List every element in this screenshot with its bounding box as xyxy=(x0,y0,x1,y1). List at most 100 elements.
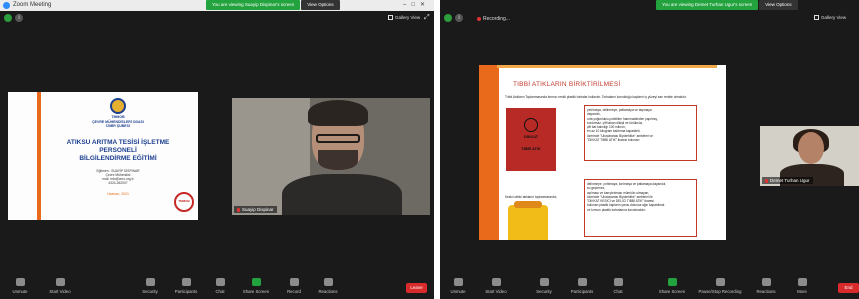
toolbar-label: Start Video xyxy=(49,289,71,294)
meeting-info-icon[interactable]: i xyxy=(15,14,23,22)
meeting-info-icon[interactable]: i xyxy=(455,14,463,22)
toolbar-label: Participants xyxy=(570,289,594,294)
share-screen-button[interactable]: Share Screen xyxy=(654,278,690,294)
participants-button[interactable]: Participants xyxy=(564,278,600,294)
unmute-button[interactable]: Unmute xyxy=(440,278,476,294)
toolbar-label: Security xyxy=(142,289,158,294)
gallery-view-button[interactable]: Gallery View xyxy=(388,15,421,21)
viewing-status: You are viewing Suayip Dispinar's screen xyxy=(206,0,301,10)
viewing-banner: You are viewing Demet Turhan Ugur's scre… xyxy=(656,0,798,10)
slide-title-line: ATIKSU ARITMA TESİSİ İŞLETME xyxy=(66,138,170,146)
shared-slide-right: TIBBİ ATIKLARIN BİRİKTİRİLMESİ Tıbbi Atı… xyxy=(479,65,726,240)
participant-nameplate: Suayip Dispinar xyxy=(234,206,277,213)
presenter-phone: 4324-262007 xyxy=(108,181,128,186)
chat-button[interactable]: Chat xyxy=(600,278,636,294)
pause-stop-recording-icon xyxy=(715,278,725,286)
gallery-view-label: Gallery View xyxy=(395,15,421,20)
unmute-button[interactable]: Unmute xyxy=(2,278,38,294)
toolbar-label: More xyxy=(797,289,807,294)
shared-slide-left: TMMOB ÇEVRE MÜHENDİSLERİ ODASI İZMİR ŞUB… xyxy=(8,92,198,220)
slide-accent-bar xyxy=(479,65,499,240)
participant-video-tile[interactable]: Suayip Dispinar xyxy=(232,98,430,215)
participant-video-tile[interactable]: Demet Turhan Ugur xyxy=(760,126,859,186)
zoom-logo-icon xyxy=(3,2,10,9)
encryption-shield-icon[interactable] xyxy=(444,14,452,22)
reactions-button[interactable]: Reactions xyxy=(748,278,784,294)
recording-dot-icon xyxy=(477,16,481,21)
toolbar-label: Participants xyxy=(174,289,198,294)
biohazard-icon xyxy=(524,118,538,132)
share-screen-icon xyxy=(251,278,261,286)
medical-waste-bag-image: DİKKAT TIBBİ ATIK xyxy=(506,108,556,171)
sharps-requirements-box: delinmeye, yırtılmaya, kırılmaya ve patl… xyxy=(584,179,697,237)
toolbar-label: Reactions xyxy=(318,289,338,294)
reactions-button[interactable]: Reactions xyxy=(310,278,346,294)
grid-icon xyxy=(814,15,819,21)
security-button[interactable]: Security xyxy=(132,278,168,294)
share-screen-icon xyxy=(667,278,677,286)
slide-title: TIBBİ ATIKLARIN BİRİKTİRİLMESİ xyxy=(513,81,621,88)
view-options-button[interactable]: View Options xyxy=(759,0,798,10)
view-options-button[interactable]: View Options xyxy=(301,0,340,10)
red-box-line: DİKKAT xyxy=(523,135,539,139)
share-screen-button[interactable]: Share Screen xyxy=(238,278,274,294)
participant-name: Demet Turhan Ugur xyxy=(770,178,810,183)
viewing-status: You are viewing Demet Turhan Ugur's scre… xyxy=(656,0,759,10)
requirement-line: "DİKKAT TIBBİ ATIK" ibaresi bulunan xyxy=(587,138,640,143)
org-line: İZMİR ŞUBESİ xyxy=(106,124,130,128)
tmmob-stamp: TMMOB xyxy=(174,192,194,212)
toolbar-label: Share Screen xyxy=(658,289,686,294)
slide-title-line: PERSONELİ xyxy=(99,146,137,154)
slide-intro: Tıbbi Atıkların Toplanmasında kırmızı re… xyxy=(505,95,687,99)
toolbar-label: Security xyxy=(536,289,552,294)
video-off-icon xyxy=(55,278,65,286)
slide-title: ATIKSU ARITMA TESİSİ İŞLETME PERSONELİ B… xyxy=(44,139,192,163)
toolbar-label: Share Screen xyxy=(242,289,270,294)
fullscreen-icon[interactable]: ⤢ xyxy=(424,14,430,22)
mic-muted-icon xyxy=(237,207,240,212)
toolbar-label: Unmute xyxy=(450,289,466,294)
toolbar-label: Unmute xyxy=(12,289,28,294)
cmo-logo-icon xyxy=(110,98,126,114)
security-button[interactable]: Security xyxy=(526,278,562,294)
chat-icon xyxy=(613,278,623,286)
toolbar-label: Chat xyxy=(613,289,623,294)
video-off-icon xyxy=(491,278,501,286)
mic-muted-icon xyxy=(765,178,768,183)
microphone-muted-icon xyxy=(15,278,25,286)
start-video-button[interactable]: Start Video xyxy=(478,278,514,294)
meeting-toolbar: Unmute Start Video Security Participants… xyxy=(440,275,859,299)
more-button[interactable]: More xyxy=(784,278,820,294)
microphone-muted-icon xyxy=(453,278,463,286)
requirement-line: ve kırmızı plastik torbalarına konulmalı… xyxy=(587,207,646,212)
gallery-view-button[interactable]: Gallery View xyxy=(814,15,846,21)
shield-icon xyxy=(145,278,155,286)
toolbar-label: Start Video xyxy=(485,289,507,294)
slide-title-line: BİLGİLENDİRME EĞİTİMİ xyxy=(79,154,157,162)
window-controls[interactable]: –□✕ xyxy=(403,1,430,8)
participants-icon xyxy=(181,278,191,286)
record-icon xyxy=(289,278,299,286)
more-icon xyxy=(797,278,807,286)
reactions-icon xyxy=(761,278,771,286)
chat-button[interactable]: Chat xyxy=(202,278,238,294)
participants-button[interactable]: Participants xyxy=(168,278,204,294)
reactions-icon xyxy=(323,278,333,286)
participant-nameplate: Demet Turhan Ugur xyxy=(762,177,813,184)
participant-name: Suayip Dispinar xyxy=(242,207,274,212)
pause-stop-recording-button[interactable]: Pause/Stop Recording xyxy=(694,278,746,294)
start-video-button[interactable]: Start Video xyxy=(42,278,78,294)
recording-indicator[interactable]: Recording... xyxy=(477,16,510,22)
meeting-info-bar: i Recording... Gallery View xyxy=(440,12,859,25)
meeting-toolbar: Unmute Start Video Security Participants… xyxy=(0,275,434,299)
zoom-window-left: Zoom Meeting –□✕ You are viewing Suayip … xyxy=(0,0,434,299)
leave-button[interactable]: Leave xyxy=(406,283,427,293)
viewing-banner: You are viewing Suayip Dispinar's screen… xyxy=(206,0,340,10)
meeting-info-bar: i Gallery View ⤢ xyxy=(0,12,434,25)
end-button[interactable]: End xyxy=(838,283,859,293)
grid-icon xyxy=(388,15,393,21)
red-box-line: TIBBİ ATIK xyxy=(521,147,541,151)
record-button[interactable]: Record xyxy=(276,278,312,294)
bag-requirements-box: yırtılmaya, delinmeye, patlamaya ve taşı… xyxy=(584,105,697,161)
encryption-shield-icon[interactable] xyxy=(4,14,12,22)
